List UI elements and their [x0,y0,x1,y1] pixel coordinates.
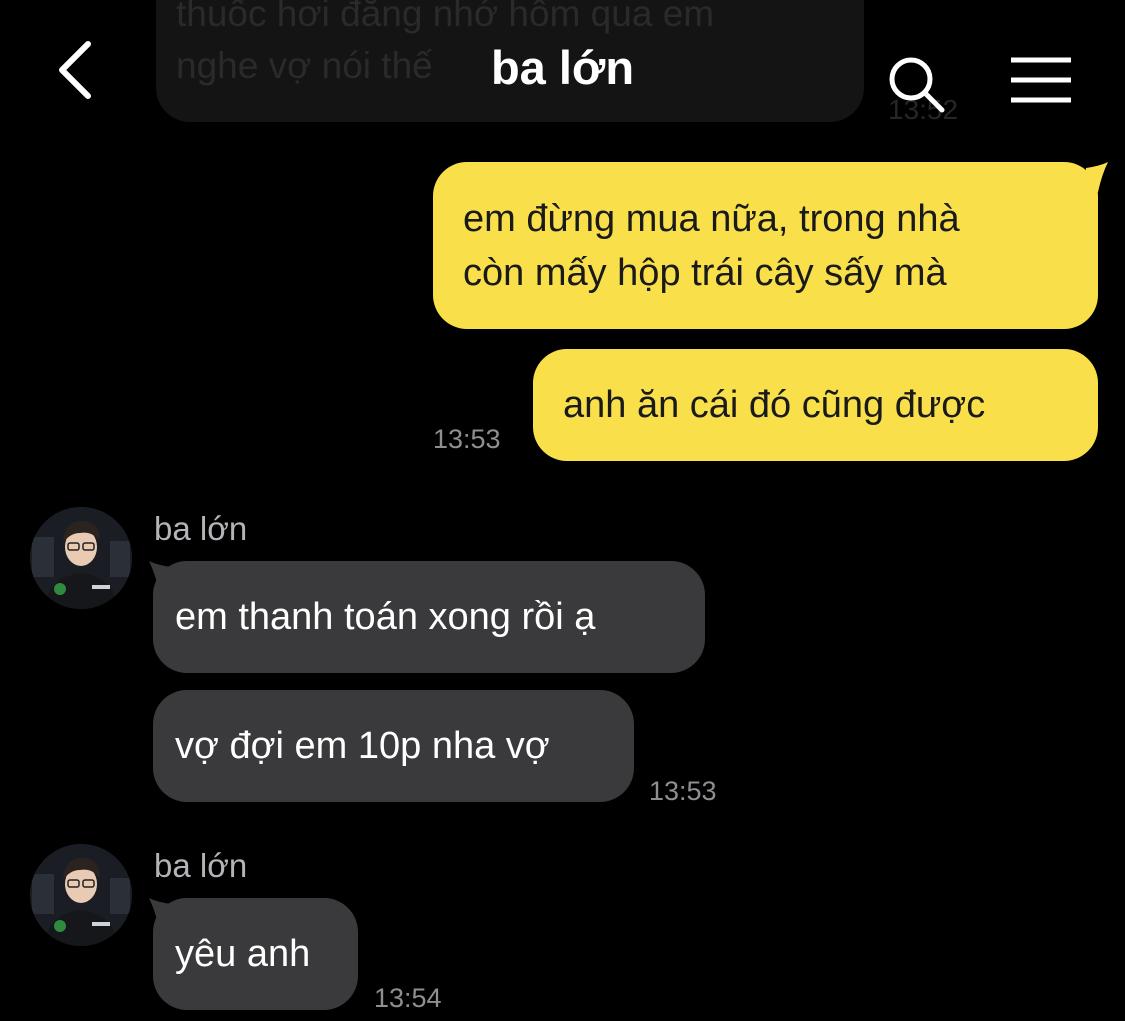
incoming-message-bubble[interactable]: vợ đợi em 10p nha vợ [153,690,634,802]
back-button[interactable] [52,36,112,106]
message-timestamp: 13:53 [649,776,717,806]
person-photo-icon [30,844,132,946]
menu-button[interactable] [1008,56,1074,104]
search-button[interactable] [886,54,948,116]
contact-avatar[interactable] [30,844,132,946]
hamburger-menu-icon [1011,57,1071,103]
incoming-message-bubble[interactable]: yêu anh [153,898,358,1010]
search-icon [889,57,945,113]
previous-message-text: thuốc hơi đắng nhớ hôm qua em nghe vợ nó… [176,0,715,86]
sender-name: ba lớn [154,510,248,547]
outgoing-message-bubble[interactable]: em đừng mua nữa, trong nhà còn mấy hộp t… [433,162,1098,329]
message-timestamp: 13:54 [374,983,442,1013]
chevron-left-icon [59,41,91,99]
person-photo-icon [30,507,132,609]
outgoing-message-bubble[interactable]: anh ăn cái đó cũng được [533,349,1098,461]
contact-avatar[interactable] [30,507,132,609]
incoming-message-bubble[interactable]: em thanh toán xong rồi ạ [153,561,705,673]
message-timestamp: 13:53 [433,424,501,454]
sender-name: ba lớn [154,847,248,884]
